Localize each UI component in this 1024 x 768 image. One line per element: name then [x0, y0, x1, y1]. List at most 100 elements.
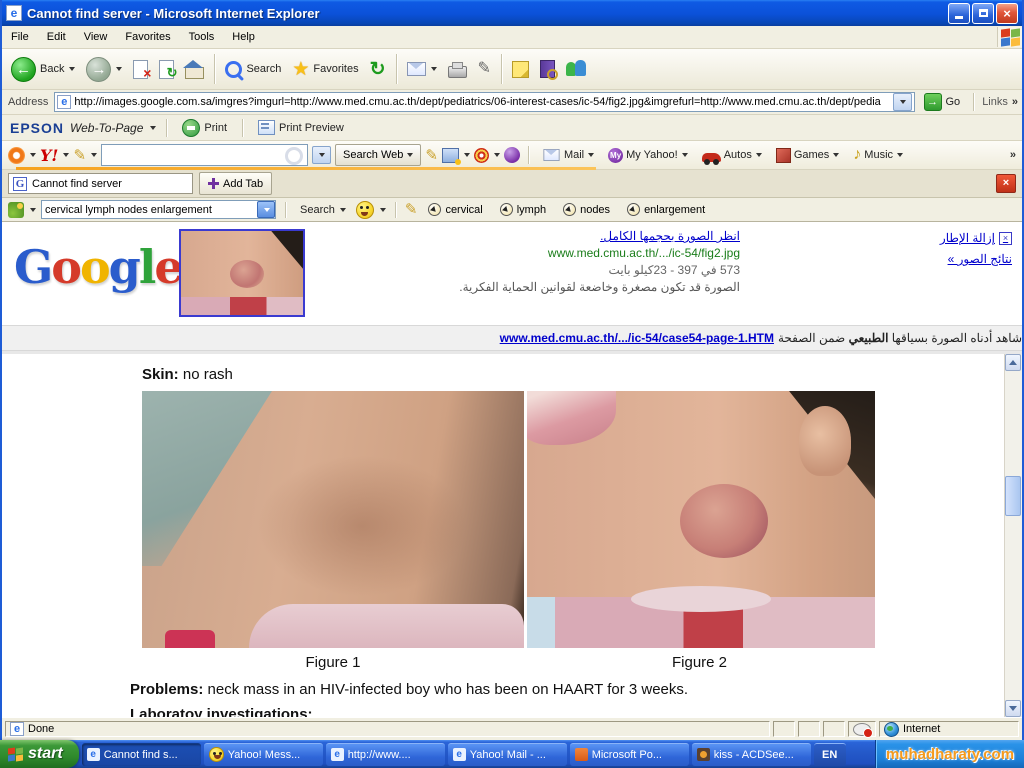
music-dropdown-icon[interactable] [897, 153, 903, 157]
companion-dropdown-icon[interactable] [30, 153, 36, 157]
back-dropdown-icon[interactable] [69, 67, 75, 71]
highlighter-icon[interactable] [405, 202, 418, 217]
close-button[interactable] [996, 3, 1018, 24]
task-http-www[interactable]: http://www.... [326, 743, 445, 766]
web-to-page-menu[interactable]: Web-To-Page [70, 121, 143, 135]
menu-favorites[interactable]: Favorites [116, 28, 179, 46]
bookmarks-window-icon[interactable] [442, 148, 459, 163]
forward-button[interactable] [81, 52, 127, 86]
highlight-word-enlargement[interactable]: enlargement [621, 200, 711, 219]
vertical-scrollbar[interactable] [1004, 354, 1022, 717]
highlight-word-nodes[interactable]: nodes [557, 200, 616, 219]
edit-button[interactable] [473, 52, 496, 86]
bullseye-dropdown-icon[interactable] [494, 153, 500, 157]
smiley-dropdown-icon[interactable] [380, 208, 386, 212]
research-button[interactable] [535, 52, 560, 86]
image-results-link[interactable]: نتائج الصور » [940, 249, 1012, 270]
search-assistant-icon[interactable] [8, 202, 24, 218]
my-yahoo-button[interactable]: My Yahoo! [603, 145, 693, 165]
search-query-combobox[interactable] [41, 200, 276, 219]
task-cannot-find-server[interactable]: Cannot find s... [82, 743, 201, 766]
maximize-button[interactable] [972, 3, 994, 24]
image-results-label[interactable]: نتائج الصور » [948, 249, 1012, 270]
yahoo-companion-icon[interactable] [8, 147, 25, 164]
assistant-search-button[interactable]: Search [295, 200, 351, 219]
bookmarks-dropdown-icon[interactable] [464, 153, 470, 157]
pencil-icon[interactable] [73, 148, 86, 163]
menu-help[interactable]: Help [223, 28, 264, 46]
mail-button[interactable] [402, 52, 442, 86]
yahoo-logo[interactable]: Y! [40, 146, 58, 165]
task-microsoft-powerpoint[interactable]: Microsoft Po... [570, 743, 689, 766]
autos-button[interactable]: Autos [697, 145, 767, 165]
query-dropdown-button[interactable] [257, 201, 275, 218]
mail-dropdown-icon[interactable] [431, 67, 437, 71]
menu-view[interactable]: View [75, 28, 117, 46]
remove-frame-label[interactable]: إزالة الإطار [940, 228, 995, 249]
games-button[interactable]: Games [771, 145, 844, 165]
result-thumbnail[interactable] [179, 229, 305, 317]
highlight-word-cervical[interactable]: cervical [422, 200, 488, 219]
highlight-pen-icon[interactable] [425, 148, 438, 163]
assistant-search-dropdown-icon[interactable] [340, 208, 346, 212]
address-url[interactable]: http://images.google.com.sa/imgres?imgur… [74, 96, 889, 108]
scroll-down-button[interactable] [1005, 700, 1021, 717]
history-button[interactable] [365, 52, 391, 86]
task-acdsee[interactable]: kiss - ACDSee... [692, 743, 811, 766]
links-chevron-icon[interactable]: » [1012, 96, 1018, 108]
music-button[interactable]: Music [848, 145, 908, 165]
go-button[interactable]: Go [919, 85, 966, 119]
pencil-dropdown-icon[interactable] [91, 153, 97, 157]
remove-frame-link[interactable]: إزالة الإطار [940, 228, 1012, 249]
search-button[interactable]: Search [220, 52, 286, 86]
autos-dropdown-icon[interactable] [756, 153, 762, 157]
stop-button[interactable] [128, 52, 153, 86]
back-button[interactable]: Back [6, 52, 80, 86]
yahoo-overflow-chevron-icon[interactable]: » [1010, 149, 1016, 161]
address-field[interactable]: http://images.google.com.sa/imgres?imgur… [54, 92, 914, 112]
messenger-button[interactable] [561, 52, 591, 86]
print-preview-button[interactable]: Print Preview [253, 118, 349, 138]
my-yahoo-dropdown-icon[interactable] [682, 153, 688, 157]
see-full-size-link[interactable]: انظر الصورة بحجمها الكامل. [600, 229, 740, 243]
yahoo-search-history-button[interactable] [312, 146, 331, 164]
highlight-word-lymph[interactable]: lymph [494, 200, 552, 219]
add-tab-button[interactable]: Add Tab [199, 172, 272, 195]
web-to-page-dropdown-icon[interactable] [150, 126, 156, 130]
yahoo-search-input[interactable] [101, 144, 308, 166]
yahoo-mail-button[interactable]: Mail [537, 145, 599, 165]
games-dropdown-icon[interactable] [833, 153, 839, 157]
menu-tools[interactable]: Tools [180, 28, 224, 46]
search-web-button[interactable]: Search Web [335, 144, 421, 166]
language-indicator[interactable]: EN [814, 743, 846, 766]
tab-cannot-find-server[interactable]: G Cannot find server [8, 173, 193, 194]
search-web-dropdown-icon[interactable] [407, 153, 413, 157]
task-yahoo-messenger[interactable]: Yahoo! Mess... [204, 743, 323, 766]
search-query-input[interactable] [42, 204, 257, 216]
assistant-dropdown-icon[interactable] [30, 208, 36, 212]
task-yahoo-mail[interactable]: Yahoo! Mail - ... [448, 743, 567, 766]
scrollbar-thumb[interactable] [1005, 476, 1021, 516]
forward-dropdown-icon[interactable] [116, 67, 122, 71]
mail-dropdown-icon[interactable] [588, 153, 594, 157]
links-label[interactable]: Links [982, 96, 1008, 108]
home-button[interactable] [180, 52, 209, 86]
menu-edit[interactable]: Edit [38, 28, 75, 46]
close-toolbar-icon[interactable] [996, 174, 1016, 193]
smiley-icon[interactable] [356, 201, 374, 219]
start-button[interactable]: start [0, 740, 79, 768]
bullseye-icon[interactable] [474, 148, 489, 163]
scroll-up-button[interactable] [1005, 354, 1021, 371]
menu-file[interactable]: File [2, 28, 38, 46]
privacy-report-cell[interactable] [848, 721, 876, 737]
minimize-button[interactable] [948, 3, 970, 24]
address-dropdown-button[interactable] [893, 93, 912, 111]
refresh-button[interactable] [154, 52, 179, 86]
context-page-link[interactable]: www.med.cmu.ac.th/.../ic-54/case54-page-… [500, 331, 774, 345]
discuss-button[interactable] [507, 52, 534, 86]
favorites-button[interactable]: Favorites [287, 52, 363, 86]
print-button[interactable] [443, 52, 472, 86]
epson-print-button[interactable]: Print [177, 118, 232, 138]
yahoo-dropdown-icon[interactable] [63, 153, 69, 157]
messenger-orb-icon[interactable] [504, 147, 520, 163]
